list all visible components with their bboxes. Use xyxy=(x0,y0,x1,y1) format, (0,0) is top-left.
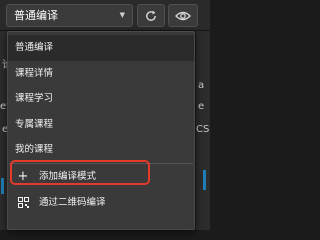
menu-item-exclusive-course[interactable]: 专属课程 xyxy=(8,112,194,138)
preview-button[interactable] xyxy=(168,4,198,27)
background-fragment-right-3: CS xyxy=(196,124,210,135)
menu-item-course-study[interactable]: 课程学习 xyxy=(8,86,194,112)
refresh-button[interactable] xyxy=(137,4,165,27)
menu-item-label: 课程详情 xyxy=(15,68,54,79)
background-fragment-right-2: e xyxy=(198,101,205,112)
compile-mode-dropdown: 普通编译 课程详情 课程学习 专属课程 我的课程 + 添加编译模式 通过二维码编译 xyxy=(7,31,195,230)
eye-icon xyxy=(175,11,191,20)
menu-item-course-detail[interactable]: 课程详情 xyxy=(8,61,194,87)
refresh-icon xyxy=(146,10,156,21)
caret-down-icon: ▼ xyxy=(119,11,125,19)
menu-item-qrcode-compile[interactable]: 通过二维码编译 xyxy=(8,190,194,216)
highlight-box xyxy=(10,160,150,185)
background-accent-left xyxy=(1,178,4,194)
compile-mode-value: 普通编译 xyxy=(14,9,58,22)
menu-item-label: 我的课程 xyxy=(15,144,54,155)
menu-item-label: 课程学习 xyxy=(15,93,54,104)
menu-item-label: 通过二维码编译 xyxy=(39,197,106,208)
qrcode-icon xyxy=(16,190,30,216)
background-accent-right xyxy=(203,170,206,190)
toolbar: 普通编译 ▼ xyxy=(0,0,210,31)
menu-item-normal-compile[interactable]: 普通编译 xyxy=(8,35,194,61)
menu-item-label: 专属课程 xyxy=(15,119,54,130)
background-fragment-right-1: a xyxy=(198,80,205,91)
compile-mode-select[interactable]: 普通编译 ▼ xyxy=(6,4,133,27)
menu-item-label: 普通编译 xyxy=(15,42,54,53)
